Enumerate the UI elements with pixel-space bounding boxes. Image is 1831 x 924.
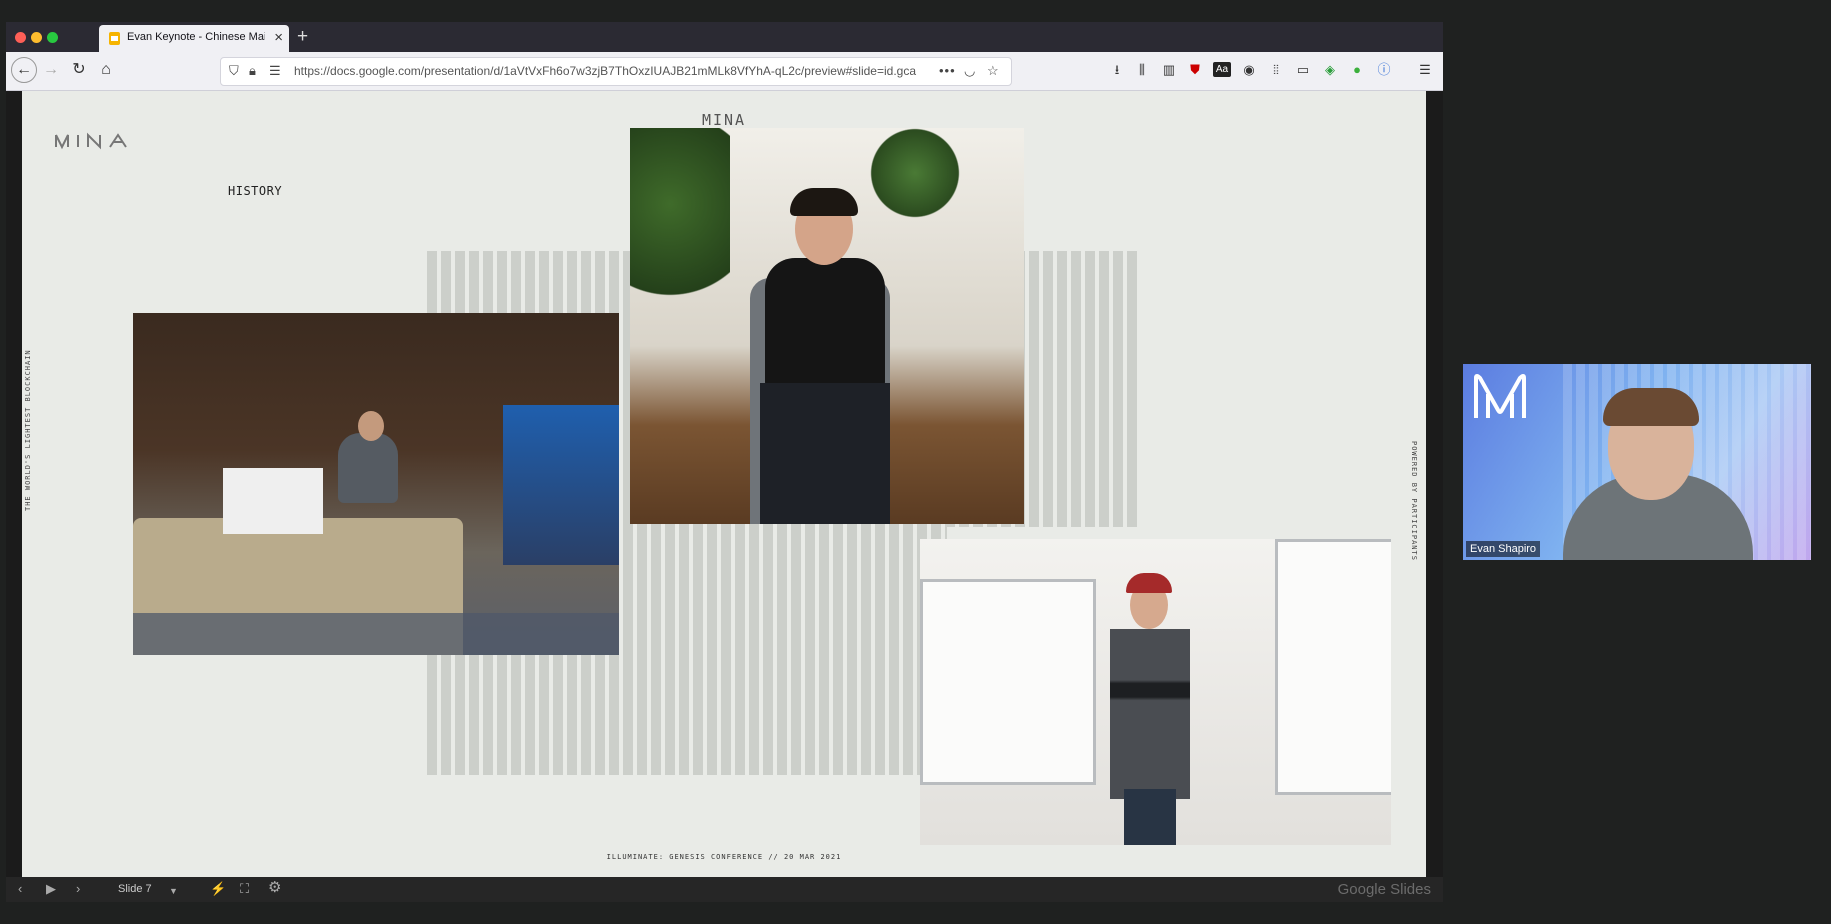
living-room-photo [133, 313, 619, 655]
bookmark-star-icon[interactable]: ☆ [987, 62, 999, 80]
downloads-icon[interactable]: ⭳ [1108, 61, 1126, 79]
tab-bar: Evan Keynote - Chinese Mainland × + [6, 22, 1443, 52]
home-button[interactable]: ⌂ [95, 60, 117, 80]
shield-icon[interactable]: ⛉ [229, 62, 239, 80]
slides-toolbar: ‹ ▶ › Slide 7 ▼ ⚡ ⛶ ⚙ Google Slides [6, 877, 1443, 902]
mina-logo-icon [1474, 374, 1526, 418]
next-slide-icon[interactable]: › [76, 881, 80, 897]
zoom-window-button[interactable] [47, 32, 58, 43]
section-title: HISTORY [228, 184, 283, 198]
navigation-bar: ← → ↻ ⌂ ⛉ 🔒︎ ☰ https://docs.google.com/p… [6, 52, 1443, 91]
extension-grid-icon[interactable]: ⦙⦙ [1267, 61, 1285, 79]
settings-gear-icon[interactable]: ⚙ [268, 880, 281, 896]
participant-name-label: Evan Shapiro [1466, 541, 1541, 557]
whiteboard-photo [920, 539, 1391, 845]
play-icon[interactable]: ▶ [46, 881, 56, 897]
page-actions-icon[interactable]: ••• [939, 62, 956, 80]
slide-number-select[interactable]: Slide 7 [118, 883, 152, 895]
chevron-down-icon[interactable]: ▼ [169, 883, 178, 899]
tagline-right-vertical: POWERED BY PARTICIPANTS [1410, 441, 1418, 561]
close-window-button[interactable] [15, 32, 26, 43]
tab-close-icon[interactable]: × [274, 28, 283, 48]
tab-title: Evan Keynote - Chinese Mainland [127, 31, 265, 43]
mina-logo-icon [55, 132, 127, 150]
lock-icon[interactable]: 🔒︎ [249, 62, 256, 80]
participant-video-tile[interactable]: Evan Shapiro [1463, 364, 1811, 560]
address-bar[interactable]: ⛉ 🔒︎ ☰ https://docs.google.com/presentat… [220, 57, 1012, 86]
menu-icon[interactable]: ☰ [1416, 61, 1434, 79]
ublock-icon[interactable]: ⛊ [1186, 61, 1204, 79]
tracker-extension-icon[interactable]: ● [1348, 61, 1366, 79]
reload-button[interactable]: ↻ [68, 60, 90, 80]
presentation-slide: MINA HISTORY THE WORLD'S LIGHTEST BLOCKC… [22, 91, 1426, 877]
library-icon[interactable]: ⫼ [1133, 61, 1151, 79]
account-icon[interactable]: ◉ [1240, 61, 1258, 79]
minimize-window-button[interactable] [31, 32, 42, 43]
forward-button[interactable]: → [40, 60, 62, 80]
fullscreen-icon[interactable]: ⛶ [240, 881, 249, 897]
slide-header: MINA [701, 111, 747, 129]
portrait-in-chair-photo [630, 128, 1024, 524]
google-slides-brand: Google Slides [1337, 881, 1431, 898]
slides-favicon-icon [109, 32, 120, 45]
tagline-left-vertical: THE WORLD'S LIGHTEST BLOCKCHAIN [24, 349, 32, 511]
url-text: https://docs.google.com/presentation/d/1… [294, 64, 916, 78]
browser-window: Evan Keynote - Chinese Mainland × + ← → … [6, 22, 1443, 902]
laser-pointer-icon[interactable]: ⚡ [210, 881, 226, 897]
previous-slide-icon[interactable]: ‹ [18, 881, 22, 897]
permissions-icon[interactable]: ☰ [269, 62, 281, 80]
slide-footer: ILLUMINATE: GENESIS CONFERENCE // 20 MAR… [606, 853, 842, 861]
back-button[interactable]: ← [11, 57, 37, 83]
pocket-icon[interactable]: ◡ [964, 62, 975, 80]
browser-tab[interactable]: Evan Keynote - Chinese Mainland × [99, 25, 289, 52]
screen-icon[interactable]: ▭ [1294, 61, 1312, 79]
password-manager-icon[interactable]: ⓘ [1375, 61, 1393, 79]
reader-view-icon[interactable]: ▥ [1160, 61, 1178, 79]
dictionary-extension-icon[interactable]: Aa [1213, 62, 1231, 77]
new-tab-button[interactable]: + [297, 24, 308, 50]
green-extension-icon[interactable]: ◈ [1321, 61, 1339, 79]
